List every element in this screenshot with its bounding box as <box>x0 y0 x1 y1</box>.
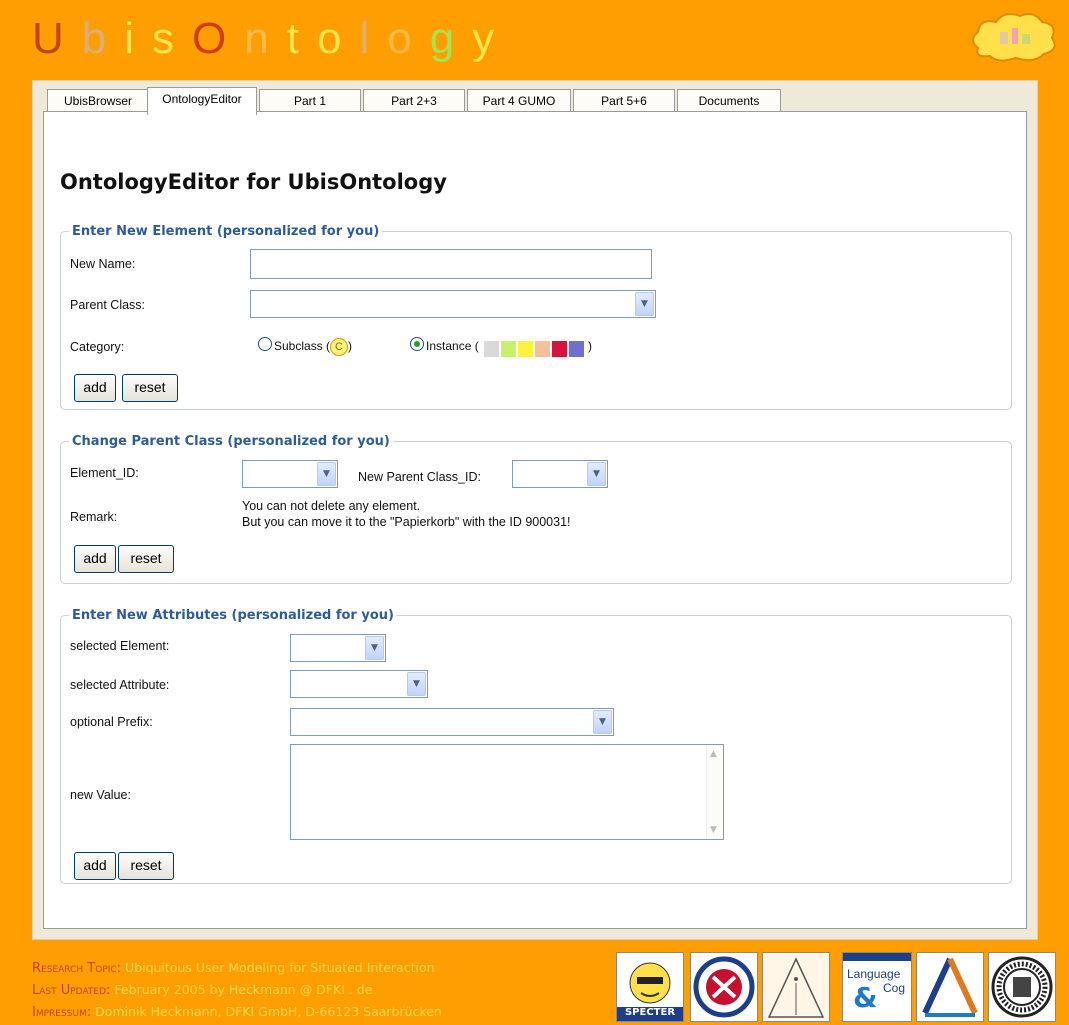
footer-last-updated: Last Updated: February 2005 by Heckmann … <box>32 982 373 998</box>
tab-ubisbrowser[interactable]: UbisBrowser <box>47 89 149 112</box>
new-attributes-legend: Enter New Attributes (personalized for y… <box>72 608 394 623</box>
logo-letter: y <box>472 14 513 63</box>
chevron-down-icon: ▼ <box>587 462 606 486</box>
element-id-select[interactable]: ▼ <box>242 460 338 488</box>
add-element-button[interactable]: add <box>74 374 116 402</box>
ampersand-icon: & <box>853 981 878 1014</box>
selected-attribute-label: selected Attribute: <box>70 678 170 692</box>
chevron-down-icon: ▼ <box>635 292 654 316</box>
color-swatch <box>518 341 534 357</box>
site-logo: UbisOntology <box>32 14 512 64</box>
triangle-logo[interactable] <box>916 952 984 1022</box>
universitas-saraviensis-logo[interactable] <box>988 952 1056 1022</box>
color-swatch <box>535 341 551 357</box>
selected-element-select[interactable]: ▼ <box>290 634 386 662</box>
editor-content: OntologyEditor for UbisOntology Enter Ne… <box>43 111 1027 929</box>
specter-label: SPECTER <box>624 1007 676 1018</box>
logo-letter: i <box>124 14 153 63</box>
element-id-label: Element_ID: <box>70 466 139 480</box>
logo-letter: n <box>244 14 287 63</box>
tab-part-1[interactable]: Part 1 <box>259 89 361 112</box>
new-parent-class-id-select[interactable]: ▼ <box>512 460 608 488</box>
textarea-scrollbar[interactable]: ▲ ▼ <box>706 745 723 839</box>
logo-letter: l <box>359 14 388 63</box>
instance-radio[interactable] <box>410 337 424 351</box>
logo-letter: g <box>429 14 473 63</box>
selected-attribute-select[interactable]: ▼ <box>290 670 428 698</box>
cog-label: Cog <box>883 981 906 995</box>
change-parent-legend: Change Parent Class (personalized for yo… <box>72 434 390 449</box>
new-name-label: New Name: <box>70 257 136 271</box>
new-value-label: new Value: <box>70 788 131 802</box>
specter-logo[interactable]: SPECTER <box>616 952 684 1022</box>
instance-label: Instance ( ) <box>426 338 626 360</box>
scroll-down-icon[interactable]: ▼ <box>710 825 717 835</box>
optional-prefix-select[interactable]: ▼ <box>290 708 614 736</box>
logo-letter: t <box>286 14 317 63</box>
subclass-label: Subclass (C) <box>274 338 352 356</box>
university-seal-icon <box>991 956 1053 1018</box>
footer-research-topic: Research Topic: Ubiquitous User Modeling… <box>32 960 435 976</box>
chevron-down-icon: ▼ <box>407 672 426 696</box>
tab-part-4-gumo[interactable]: Part 4 GUMO <box>467 89 571 112</box>
main-panel: UbisBrowser OntologyEditor Part 1 Part 2… <box>32 80 1038 940</box>
triangle-a-icon <box>767 957 825 1018</box>
logo-letter: o <box>387 14 430 63</box>
page-title: OntologyEditor for UbisOntology <box>60 170 447 194</box>
optional-prefix-label: optional Prefix: <box>70 715 153 729</box>
language-label: Language <box>847 967 901 981</box>
color-swatch <box>569 341 585 357</box>
cloud-logo-icon[interactable] <box>968 10 1058 64</box>
add-parent-button[interactable]: add <box>74 545 116 573</box>
add-attribute-button[interactable]: add <box>74 852 116 880</box>
edinburgh-university-logo[interactable] <box>690 952 758 1022</box>
language-and-cognition-logo[interactable]: Language & Cog <box>842 952 912 1022</box>
new-element-legend: Enter New Element (personalized for you) <box>72 224 380 239</box>
logo-letter: o <box>317 14 360 63</box>
logo-letter: b <box>81 14 125 63</box>
logo-letter: O <box>192 14 245 63</box>
logo-letter: U <box>32 14 82 63</box>
subclass-radio[interactable] <box>258 337 272 351</box>
selected-element-label: selected Element: <box>70 639 170 653</box>
tab-part-2-3[interactable]: Part 2+3 <box>363 89 465 112</box>
scroll-up-icon[interactable]: ▲ <box>710 749 717 759</box>
tab-ontologyeditor[interactable]: OntologyEditor <box>147 87 257 115</box>
remark-label: Remark: <box>70 510 118 524</box>
tab-documents[interactable]: Documents <box>677 89 781 112</box>
new-parent-class-id-label: New Parent Class_ID: <box>358 470 481 484</box>
parent-class-select[interactable]: ▼ <box>250 290 656 318</box>
color-swatch <box>484 341 500 357</box>
university-seal-icon <box>693 956 755 1018</box>
class-c-icon: C <box>330 338 349 356</box>
chevron-down-icon: ▼ <box>365 636 384 660</box>
category-label: Category: <box>70 340 125 354</box>
instance-color-swatches <box>482 338 588 357</box>
reset-element-button[interactable]: reset <box>122 374 178 402</box>
color-swatch <box>501 341 517 357</box>
architecture-logo[interactable] <box>762 952 830 1022</box>
logo-letter: s <box>152 14 193 63</box>
new-name-input[interactable] <box>250 249 652 279</box>
remark-text: You can not delete any element. But you … <box>242 499 571 529</box>
footer-impressum: Impressum: Dominik Heckmann, DFKI GmbH, … <box>32 1004 442 1020</box>
reset-attribute-button[interactable]: reset <box>118 852 174 880</box>
chevron-down-icon: ▼ <box>317 462 336 486</box>
parent-class-label: Parent Class: <box>70 298 146 312</box>
new-value-textarea[interactable]: ▲ ▼ <box>290 744 724 840</box>
colored-triangle-icon <box>922 957 978 1017</box>
color-swatch <box>552 341 568 357</box>
reset-parent-button[interactable]: reset <box>118 545 174 573</box>
tab-part-5-6[interactable]: Part 5+6 <box>573 89 675 112</box>
chevron-down-icon: ▼ <box>593 710 612 734</box>
